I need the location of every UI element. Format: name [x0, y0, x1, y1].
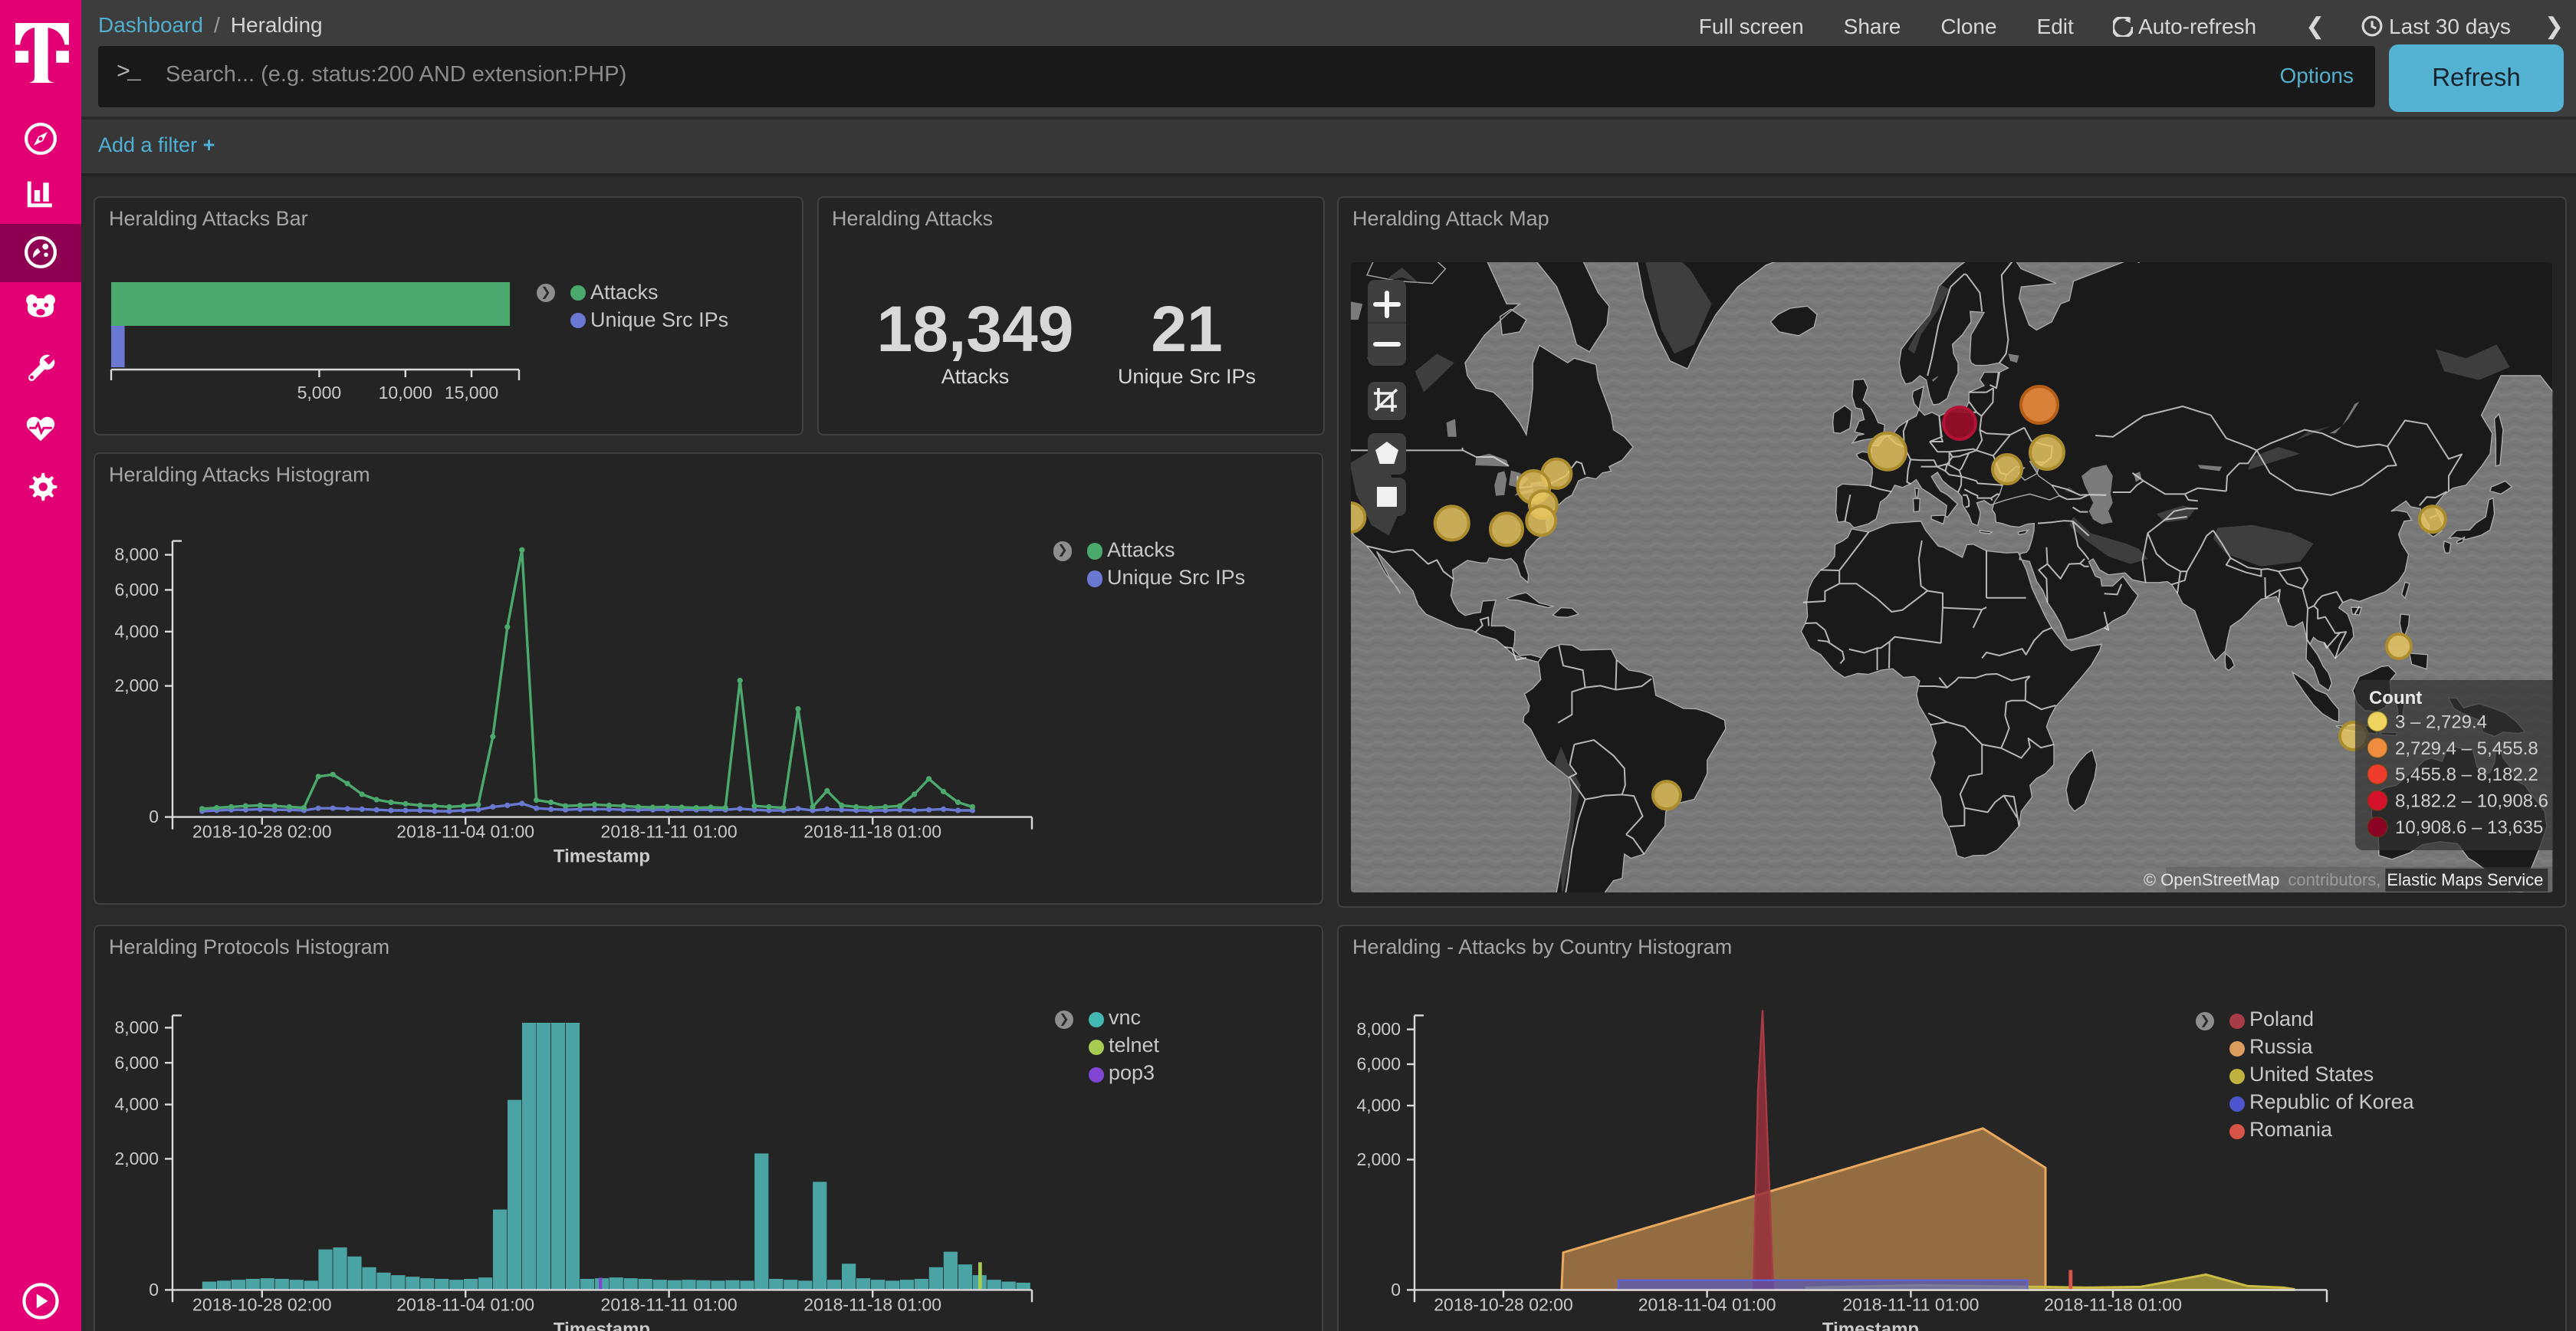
svg-text:0: 0	[149, 1280, 159, 1300]
svg-text:2,729.4 – 5,455.8: 2,729.4 – 5,455.8	[2396, 738, 2539, 758]
svg-text:© OpenStreetMap: © OpenStreetMap	[2144, 869, 2280, 889]
svg-text:10,000: 10,000	[379, 383, 432, 403]
svg-text:4,000: 4,000	[1356, 1095, 1401, 1115]
svg-text:2018-10-28 02:00: 2018-10-28 02:00	[192, 822, 331, 842]
svg-text:2,000: 2,000	[114, 1149, 159, 1168]
svg-text:contributors,: contributors,	[2288, 869, 2381, 889]
svg-text:2,000: 2,000	[1356, 1149, 1401, 1169]
svg-text:4,000: 4,000	[114, 622, 159, 642]
svg-text:Count: Count	[2370, 687, 2423, 708]
svg-text:2018-11-18 01:00: 2018-11-18 01:00	[803, 822, 941, 842]
svg-text:Timestamp: Timestamp	[1822, 1319, 1919, 1331]
svg-text:6,000: 6,000	[1356, 1053, 1401, 1073]
svg-text:2018-11-11 01:00: 2018-11-11 01:00	[601, 822, 738, 842]
svg-text:2018-10-28 02:00: 2018-10-28 02:00	[192, 1294, 331, 1314]
svg-text:2018-10-28 02:00: 2018-10-28 02:00	[1434, 1294, 1572, 1314]
svg-text:8,000: 8,000	[1356, 1019, 1401, 1039]
svg-text:5,000: 5,000	[297, 383, 342, 403]
svg-text:3 – 2,729.4: 3 – 2,729.4	[2396, 711, 2488, 731]
svg-text:2018-11-11 01:00: 2018-11-11 01:00	[601, 1294, 738, 1314]
svg-text:5,455.8 – 8,182.2: 5,455.8 – 8,182.2	[2396, 764, 2539, 784]
svg-text:Timestamp: Timestamp	[554, 1319, 650, 1331]
svg-text:8,182.2 – 10,908.6: 8,182.2 – 10,908.6	[2396, 790, 2549, 811]
svg-text:10,908.6 – 13,635: 10,908.6 – 13,635	[2396, 817, 2544, 837]
svg-text:2018-11-04 01:00: 2018-11-04 01:00	[396, 822, 534, 842]
svg-text:0: 0	[1391, 1280, 1401, 1300]
svg-text:Elastic Maps Service: Elastic Maps Service	[2387, 869, 2544, 889]
svg-text:8,000: 8,000	[114, 1017, 159, 1037]
svg-text:6,000: 6,000	[114, 580, 159, 600]
svg-text:2,000: 2,000	[114, 676, 159, 696]
svg-text:15,000: 15,000	[445, 383, 498, 403]
svg-text:Timestamp: Timestamp	[554, 846, 650, 867]
svg-text:2018-11-11 01:00: 2018-11-11 01:00	[1842, 1294, 1979, 1314]
svg-text:2018-11-18 01:00: 2018-11-18 01:00	[2044, 1294, 2182, 1314]
svg-text:8,000: 8,000	[114, 545, 159, 565]
svg-text:2018-11-04 01:00: 2018-11-04 01:00	[1638, 1294, 1776, 1314]
svg-text:6,000: 6,000	[114, 1052, 159, 1072]
svg-text:0: 0	[149, 807, 159, 827]
svg-text:4,000: 4,000	[114, 1094, 159, 1114]
svg-text:2018-11-04 01:00: 2018-11-04 01:00	[396, 1294, 534, 1314]
svg-text:2018-11-18 01:00: 2018-11-18 01:00	[803, 1294, 941, 1314]
